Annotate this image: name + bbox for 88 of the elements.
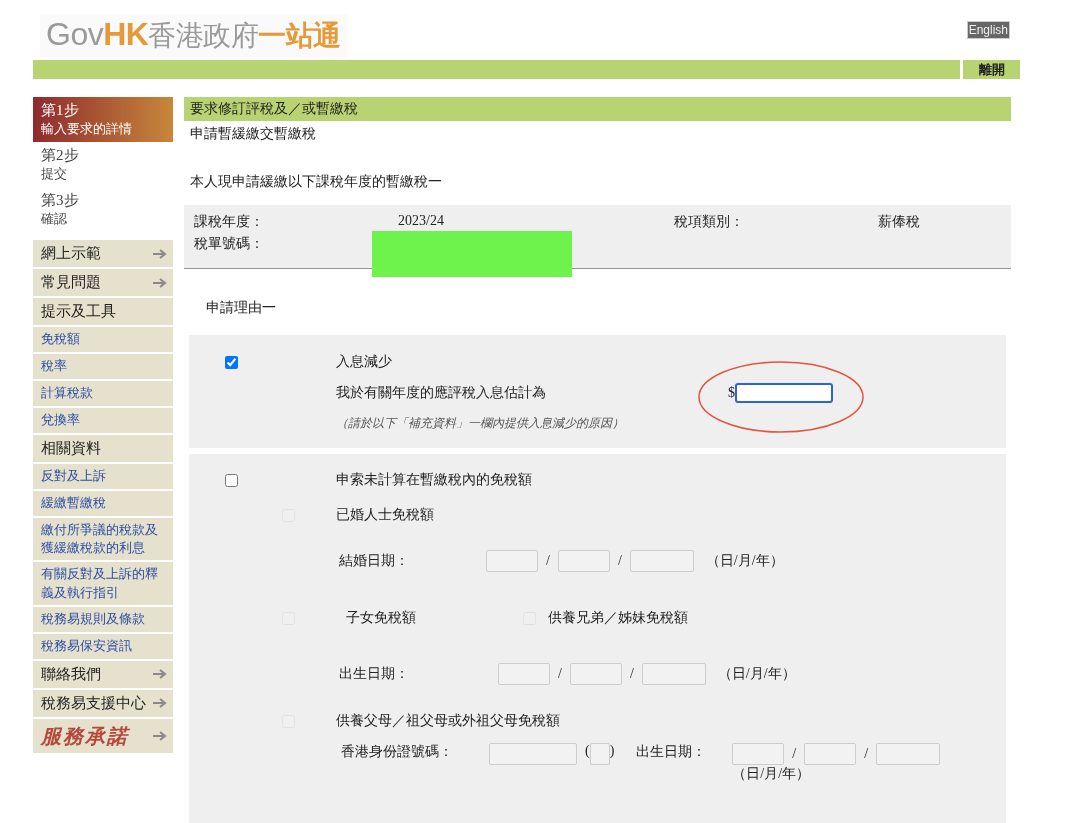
- day-field[interactable]: [486, 550, 538, 572]
- month-field[interactable]: [569, 663, 622, 685]
- page-title: 要求修訂評稅及／或暫繳稅: [184, 97, 1011, 121]
- sidebar-link[interactable]: 計算稅款: [33, 381, 173, 406]
- checkbox[interactable]: [225, 473, 238, 487]
- sidebar-link[interactable]: 有關反對及上訴的釋義及執行指引: [33, 562, 173, 605]
- checkbox[interactable]: [225, 355, 238, 369]
- id-number-field[interactable]: [489, 743, 577, 765]
- allowance-label: 供養兄弟／姊妹免稅額: [547, 609, 688, 627]
- sidebar-label: 有關反對及上訴的釋義及執行指引: [41, 565, 159, 602]
- sidebar-link[interactable]: 緩繳暫繳稅: [33, 491, 173, 516]
- date-format-hint: （日/月/年）: [716, 665, 796, 683]
- separator: /: [864, 746, 869, 762]
- sidebar-item[interactable]: 稅務易支援中心: [33, 689, 173, 717]
- sidebar-item[interactable]: 服務承諾: [33, 718, 173, 753]
- paren-open: (: [584, 743, 590, 759]
- intro-text: 本人現申請緩繳以下課稅年度的暫繳稅一: [189, 173, 443, 191]
- date-label: 出生日期：: [636, 743, 707, 761]
- separator: /: [617, 553, 622, 569]
- separator: /: [546, 553, 550, 569]
- sidebar-link[interactable]: 反對及上訴: [33, 464, 173, 489]
- sidebar-label: 提示及工具: [41, 302, 116, 321]
- allowance-label: 供養父母／祖父母或外祖父母免稅額: [336, 712, 560, 730]
- file-number-label: 稅單號碼：: [194, 235, 265, 253]
- amount-field[interactable]: [735, 383, 833, 403]
- reason-title: 申索未計算在暫繳稅內的免稅額: [336, 471, 532, 489]
- currency-sign: $: [728, 385, 735, 401]
- sidebar-label: 稅務易保安資訊: [41, 637, 132, 656]
- year-label: 課稅年度：: [194, 213, 265, 231]
- tax-type-label: 稅項類別：: [674, 213, 745, 231]
- sidebar-label: 免稅額: [41, 330, 80, 349]
- sidebar-label: 兌換率: [41, 411, 80, 430]
- sidebar-label: 反對及上訴: [41, 467, 106, 486]
- sidebar-item[interactable]: 聯絡我們: [33, 660, 173, 688]
- reason-title: 入息減少: [336, 353, 392, 371]
- step-number: 第2步: [41, 146, 80, 165]
- sidebar-link[interactable]: 繳付所爭議的稅款及獲緩繳稅款的利息: [33, 518, 173, 561]
- sidebar-label: 繳付所爭議的稅款及獲緩繳稅款的利息: [41, 521, 159, 558]
- check-digit-field[interactable]: [589, 743, 610, 765]
- step-label: 提交: [41, 165, 68, 183]
- sidebar-link[interactable]: 稅率: [33, 354, 173, 379]
- sidebar-link[interactable]: 兌換率: [33, 408, 173, 433]
- sidebar-item[interactable]: 網上示範: [33, 240, 173, 267]
- sidebar-label: 計算稅款: [41, 384, 93, 403]
- sidebar-label: 稅率: [41, 357, 67, 376]
- allowance-label: 子女免稅額: [345, 609, 416, 627]
- paren-close: ): [609, 743, 616, 759]
- step-label: 輸入要求的詳情: [41, 120, 133, 138]
- sidebar-link[interactable]: 稅務易規則及條款: [33, 606, 173, 632]
- sidebar-label: 聯絡我們: [41, 664, 101, 684]
- sidebar-label: 稅務易規則及條款: [41, 610, 145, 629]
- day-field[interactable]: [498, 663, 550, 685]
- date-label: 結婚日期：: [339, 552, 409, 570]
- sidebar-label: 網上示範: [41, 244, 101, 263]
- month-field[interactable]: [804, 743, 857, 765]
- service-pledge-text: 服務承諾: [41, 722, 129, 750]
- id-number-label: 香港身份證號碼：: [341, 743, 453, 761]
- step-number: 第1步: [41, 101, 80, 120]
- sidebar-link[interactable]: 稅務易保安資訊: [33, 633, 173, 659]
- month-field[interactable]: [557, 550, 610, 572]
- year-field[interactable]: [629, 550, 694, 572]
- day-field[interactable]: [732, 743, 785, 765]
- estimate-label: 我於有關年度的應評稅入息估計為: [336, 384, 546, 402]
- separator: /: [792, 746, 797, 762]
- sidebar-item[interactable]: 相關資料: [33, 435, 173, 462]
- tax-type-value: 薪俸稅: [878, 213, 921, 231]
- separator: /: [558, 666, 562, 682]
- separator: /: [629, 666, 634, 682]
- sidebar-label: 稅務易支援中心: [41, 693, 146, 713]
- year-field[interactable]: [641, 663, 706, 685]
- sidebar-label: 緩繳暫繳稅: [41, 494, 106, 513]
- allowance-label: 已婚人士免稅額: [336, 506, 434, 524]
- year-value: 2023/24: [398, 213, 445, 230]
- sidebar-label: 常見問題: [41, 273, 101, 292]
- date-format-hint: （日/月/年）: [704, 552, 784, 570]
- date-label: 出生日期：: [339, 665, 409, 683]
- language-button[interactable]: English: [966, 21, 1010, 39]
- year-field[interactable]: [876, 743, 941, 765]
- step-label: 確認: [41, 210, 68, 228]
- note-text: （請於以下「補充資料」一欄內提供入息減少的原因）: [336, 415, 624, 432]
- subtitle: 申請暫緩繳交暫繳稅: [189, 125, 317, 143]
- step-number: 第3步: [41, 191, 80, 210]
- sidebar-label: 相關資料: [41, 439, 101, 458]
- date-format-hint: （日/月/年）: [732, 765, 812, 783]
- sidebar-item[interactable]: 常見問題: [33, 269, 173, 296]
- section-title: 申請理由一: [205, 299, 277, 317]
- sidebar-item[interactable]: 提示及工具: [33, 298, 173, 325]
- sidebar-link[interactable]: 免稅額: [33, 327, 173, 352]
